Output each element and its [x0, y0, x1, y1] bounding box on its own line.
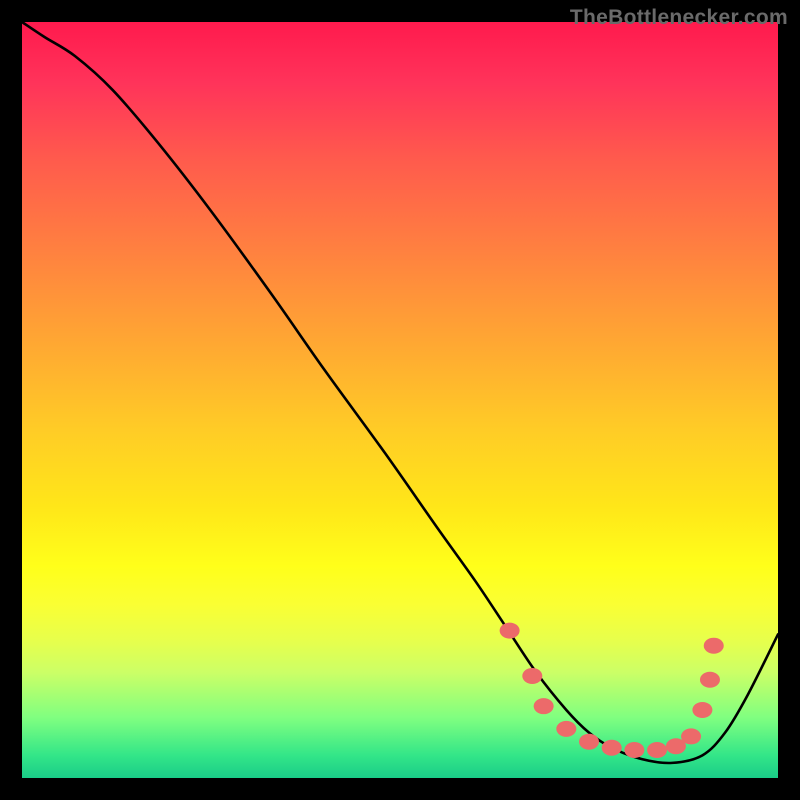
- marker-dot: [692, 702, 712, 718]
- bottleneck-curve: [22, 22, 778, 763]
- marker-dot: [647, 742, 667, 758]
- marker-dot: [624, 742, 644, 758]
- marker-dot: [602, 740, 622, 756]
- marker-dot: [700, 672, 720, 688]
- marker-group: [500, 623, 724, 758]
- marker-dot: [556, 721, 576, 737]
- marker-dot: [534, 698, 554, 714]
- plot-area: [22, 22, 778, 778]
- marker-dot: [500, 623, 520, 639]
- marker-dot: [704, 638, 724, 654]
- marker-dot: [579, 734, 599, 750]
- curve-svg: [22, 22, 778, 778]
- marker-dot: [522, 668, 542, 684]
- watermark-text: TheBottlenecker.com: [570, 6, 788, 30]
- chart-black-frame: TheBottlenecker.com: [0, 0, 800, 800]
- marker-dot: [681, 728, 701, 744]
